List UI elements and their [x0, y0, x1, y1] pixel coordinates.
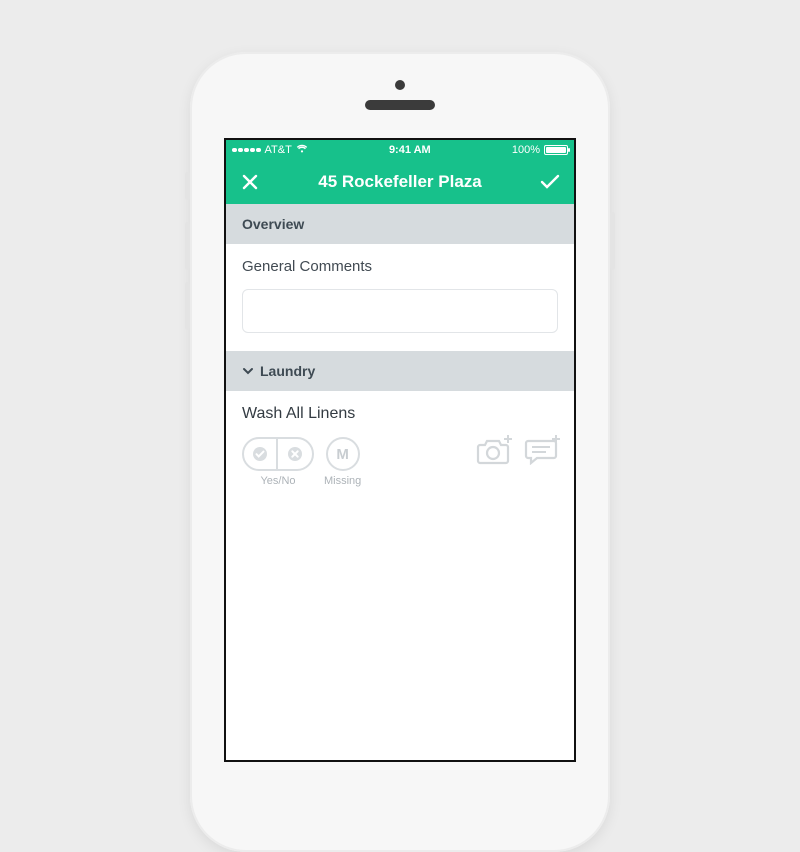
check-icon: [252, 446, 268, 462]
missing-group: M Missing: [324, 437, 361, 487]
status-time: 9:41 AM: [389, 144, 431, 156]
carrier-label: AT&T: [265, 144, 292, 156]
battery-percent: 100%: [512, 144, 540, 156]
toggle-row: Yes/No M Missing: [242, 437, 361, 487]
yes-half[interactable]: [244, 439, 278, 469]
task-controls: Yes/No M Missing: [226, 427, 574, 503]
yes-no-label: Yes/No: [260, 475, 295, 487]
chevron-down-icon: [242, 363, 254, 379]
phone-speaker-slot: [365, 100, 435, 110]
add-photo-button[interactable]: [476, 437, 510, 470]
close-icon: [241, 173, 259, 191]
plus-icon: [503, 434, 513, 444]
overview-block: General Comments: [226, 244, 574, 351]
page-title: 45 Rockefeller Plaza: [262, 172, 538, 192]
missing-button[interactable]: M: [326, 437, 360, 471]
status-right: 100%: [512, 144, 568, 156]
yes-no-toggle[interactable]: [242, 437, 314, 471]
task-action-icons: [476, 437, 558, 470]
phone-side-button: [185, 172, 190, 200]
x-icon: [287, 446, 303, 462]
section-header-laundry[interactable]: Laundry: [226, 351, 574, 391]
phone-camera-dot: [395, 80, 405, 90]
section-header-overview: Overview: [226, 204, 574, 244]
no-half[interactable]: [278, 439, 312, 469]
section-label: Laundry: [260, 363, 315, 379]
signal-dots-icon: [232, 148, 261, 153]
missing-badge-text: M: [336, 446, 349, 463]
close-button[interactable]: [238, 170, 262, 194]
phone-side-button: [185, 222, 190, 270]
battery-icon: [544, 145, 568, 155]
status-bar: AT&T 9:41 AM 100%: [226, 140, 574, 160]
phone-side-button: [185, 282, 190, 330]
general-comments-label: General Comments: [242, 258, 558, 275]
phone-frame: AT&T 9:41 AM 100% 45 Rockefeller Plaza: [190, 52, 610, 852]
plus-icon: [551, 434, 561, 444]
general-comments-input[interactable]: [242, 289, 558, 333]
task-title: Wash All Linens: [226, 391, 574, 427]
check-icon: [539, 173, 561, 191]
add-comment-button[interactable]: [524, 437, 558, 470]
yes-no-group: Yes/No: [242, 437, 314, 487]
status-left: AT&T: [232, 144, 308, 156]
confirm-button[interactable]: [538, 170, 562, 194]
missing-label: Missing: [324, 475, 361, 487]
nav-header: 45 Rockefeller Plaza: [226, 160, 574, 204]
phone-side-button: [610, 212, 615, 270]
phone-screen: AT&T 9:41 AM 100% 45 Rockefeller Plaza: [224, 138, 576, 762]
section-label: Overview: [242, 216, 304, 232]
wifi-icon: [296, 144, 308, 156]
